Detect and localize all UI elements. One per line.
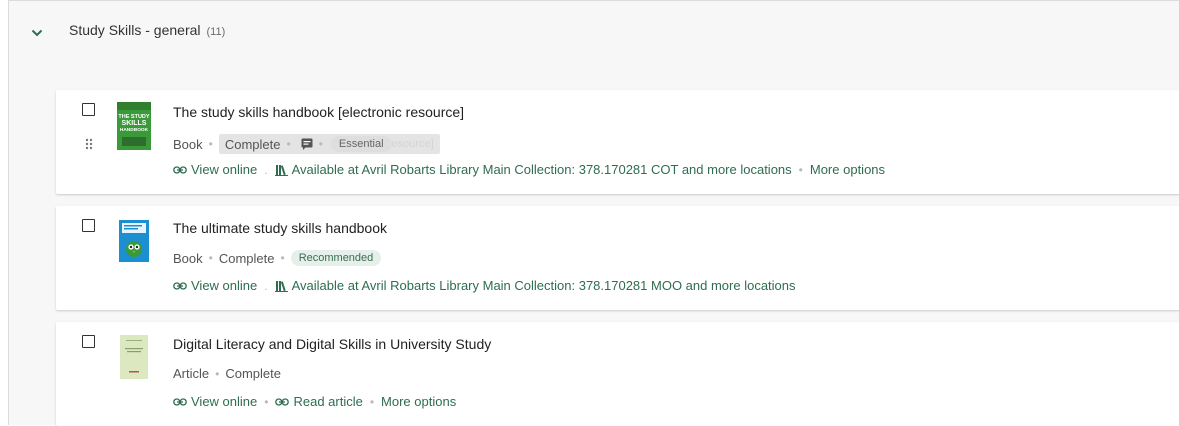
separator-dot: • (208, 137, 213, 151)
availability-link[interactable]: Available at Avril Robarts Library Main … (274, 162, 792, 177)
item-checkbox[interactable] (82, 103, 95, 116)
availability-label: Available at Avril Robarts Library Main … (291, 162, 792, 177)
view-online-link[interactable]: View online (173, 394, 257, 409)
item-links: View online . Available at Avril Robarts… (173, 278, 796, 293)
view-online-link[interactable]: View online (173, 162, 257, 177)
item-type: Book (173, 250, 203, 266)
chevron-down-icon[interactable] (29, 25, 45, 41)
importance-badge: Recommended (290, 250, 382, 266)
cover-text-line-2: SKILLS (122, 120, 147, 127)
overflow-text: esource] (391, 138, 434, 150)
view-online-label: View online (191, 162, 258, 177)
separator-dot: • (318, 137, 323, 151)
item-links: View online . Available at Avril Robarts… (173, 162, 885, 177)
item-meta: Article • Complete (173, 366, 281, 381)
section-title[interactable]: Study Skills - general (11) (69, 22, 225, 38)
section-title-text: Study Skills - general (69, 22, 201, 38)
view-online-link[interactable]: View online (173, 278, 257, 293)
item-meta: Book • Complete • Recommended (173, 250, 382, 266)
item-links: View online • Read article • More option… (173, 394, 456, 409)
item-status: Complete (224, 136, 281, 152)
book-cover-thumbnail[interactable] (117, 218, 151, 266)
importance-badge: Essential (330, 136, 392, 152)
separator-dot: . (264, 278, 268, 293)
list-item: The ultimate study skills handbook Book … (56, 206, 1179, 310)
separator-dot: • (286, 137, 291, 151)
read-article-link[interactable]: Read article (275, 394, 363, 409)
item-title[interactable]: The study skills handbook [electronic re… (173, 104, 464, 120)
item-title[interactable]: Digital Literacy and Digital Skills in U… (173, 336, 491, 352)
view-online-label: View online (191, 394, 258, 409)
separator-dot: • (215, 366, 220, 381)
separator-dot: • (264, 394, 269, 409)
separator-dot: . (264, 162, 268, 177)
read-article-label: Read article (293, 394, 363, 409)
availability-label: Available at Avril Robarts Library Main … (291, 278, 796, 293)
item-meta: Book • Complete • • Essential esource] (173, 134, 440, 154)
link-icon (173, 281, 187, 290)
item-title[interactable]: The ultimate study skills handbook (173, 220, 387, 236)
link-icon (173, 165, 187, 174)
list-item: THE STUDY SKILLS HANDBOOK The study skil… (56, 90, 1179, 194)
book-cover-thumbnail[interactable]: THE STUDY SKILLS HANDBOOK (117, 102, 151, 150)
status-highlight: Complete • • Essential esource] (218, 134, 440, 154)
drag-handle-icon[interactable] (84, 138, 94, 150)
view-online-label: View online (191, 278, 258, 293)
more-options-link[interactable]: More options (810, 162, 885, 177)
item-checkbox[interactable] (82, 219, 95, 232)
library-books-icon (274, 164, 288, 176)
list-item: Digital Literacy and Digital Skills in U… (56, 322, 1179, 426)
section-header: Study Skills - general (11) (9, 1, 1179, 61)
item-status: Complete (218, 250, 275, 266)
separator-dot: • (280, 251, 285, 265)
item-type: Article (173, 366, 210, 381)
separator-dot: • (369, 394, 375, 409)
reading-list-panel: Study Skills - general (11) THE STUDY SKI… (8, 0, 1179, 426)
library-books-icon (274, 280, 288, 292)
availability-link[interactable]: Available at Avril Robarts Library Main … (274, 278, 796, 293)
item-status: Complete (225, 366, 281, 381)
more-options-link[interactable]: More options (381, 394, 456, 409)
separator-dot: • (798, 162, 803, 177)
item-checkbox[interactable] (82, 335, 95, 348)
link-icon (173, 397, 187, 406)
item-type: Book (173, 136, 203, 152)
section-item-count: (11) (206, 26, 226, 38)
link-icon (275, 397, 290, 406)
note-icon[interactable] (301, 138, 313, 150)
article-cover-thumbnail[interactable] (117, 334, 151, 382)
separator-dot: • (208, 251, 213, 265)
cover-text-line-3: HANDBOOK (120, 127, 149, 133)
